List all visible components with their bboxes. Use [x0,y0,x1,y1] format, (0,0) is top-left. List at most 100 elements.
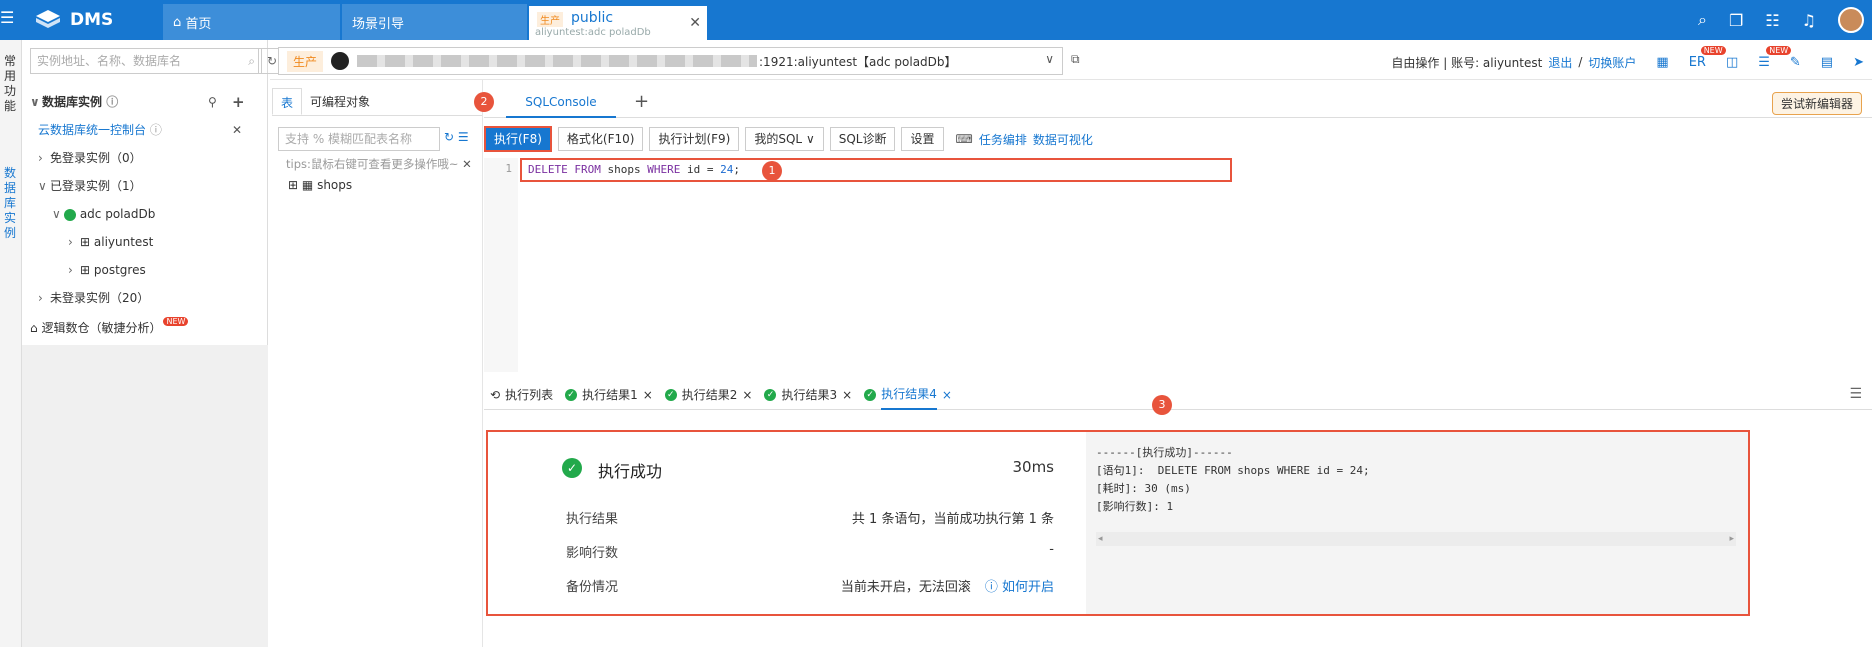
tree-item-aliyuntest[interactable]: › ⊞ aliyuntest [68,228,153,256]
tree-item-nologin[interactable]: › 免登录实例（0） [38,144,142,172]
copy-icon[interactable]: ❐ [1729,11,1743,30]
list-icon[interactable]: ☰ [458,130,469,144]
expand-icon[interactable]: ⊞ [288,178,298,192]
keyword: WHERE [647,163,681,176]
close-icon[interactable]: ✕ [689,15,701,31]
tab-exec-list[interactable]: ⟲ 执行列表 [490,380,553,410]
table-icon[interactable]: ▦ [1656,55,1668,70]
tab-result-3[interactable]: ✓ 执行结果3 × [764,380,852,410]
my-sql-label: 我的SQL [754,132,803,146]
console-link-label: 云数据库统一控制台 [38,123,147,137]
close-icon[interactable]: × [842,388,852,402]
avatar[interactable] [1838,7,1864,33]
refresh-icon[interactable]: ↻ [444,130,454,144]
notification-icon[interactable]: ♫ [1802,11,1816,30]
top-bar: ☰ DMS ⌂ 首页 场景引导 生产 public aliyuntest:adc… [0,0,1872,40]
tree-label: 未登录实例（20） [50,291,150,305]
sql-code-line[interactable]: DELETE FROM shops WHERE id = 24; [520,158,1232,182]
close-icon[interactable]: ✕ [232,116,242,144]
sql-diagnose-button[interactable]: SQL诊断 [829,127,896,151]
format-button[interactable]: 格式化(F10) [557,127,644,151]
logout-link[interactable]: 退出 [1548,54,1572,71]
result-log: ------[执行成功]------ [语句1]: DELETE FROM sh… [1086,432,1748,614]
list-icon[interactable]: ☰ NEW [1758,45,1792,70]
tree-item-loggedin[interactable]: ∨ 已登录实例（1） [38,172,142,200]
close-icon[interactable]: × [742,388,752,402]
row-label: 备份情况 [566,580,619,595]
identifier: shops [607,163,641,176]
tree-item-notlogged[interactable]: › 未登录实例（20） [38,284,149,312]
task-orchestration-link[interactable]: 任务编排 [979,131,1027,148]
separator: / [1578,55,1583,69]
er-diagram-button[interactable]: ER NEW [1689,45,1726,70]
step-marker-1: 1 [762,161,782,181]
logic-db-item[interactable]: ⌂ 逻辑数仓（敏捷分析） NEW [30,314,189,342]
tab-sqlconsole[interactable]: SQLConsole [506,88,616,118]
send-icon[interactable]: ➤ [1853,55,1864,70]
chevron-right-icon: › [68,263,73,277]
success-icon: ✓ [764,388,777,401]
brand-logo[interactable]: DMS [34,0,113,40]
search-icon[interactable]: ⌕ [1698,10,1707,30]
add-icon[interactable]: + [232,88,245,116]
tree-item-adc[interactable]: ∨ adc poladDb [52,200,155,228]
new-badge: NEW [163,317,189,326]
horizontal-scrollbar[interactable]: ◂ ▸ [1096,532,1736,546]
switch-account-link[interactable]: 切换账户 [1588,54,1636,71]
tab-table[interactable]: 表 [272,88,303,115]
db-instance-item[interactable]: 数据库实例 [4,166,17,241]
result-panel: ✓ 执行成功 30ms 执行结果 共 1 条语句，当前成功执行第 1 条 影响行… [486,430,1750,616]
add-tab-icon[interactable]: + [634,91,649,112]
search-icon[interactable]: ⌕ [248,49,255,73]
tab-label: 执行结果3 [781,388,838,402]
result-tabs: ⟲ 执行列表 ✓ 执行结果1 × ✓ 执行结果2 × ✓ 执行结果3 × ✓ 执行结果4 × ☰ [484,380,1872,410]
duration: 30ms [1012,458,1054,476]
copy-icon[interactable]: ⧉ [1071,52,1080,67]
task-icon[interactable]: ☷ [1765,11,1779,30]
sql-editor[interactable]: 1 DELETE FROM shops WHERE id = 24; [484,158,1872,372]
doc-icon[interactable]: ▤ [1821,55,1833,70]
filter-icon[interactable]: ⚲ [208,88,217,116]
my-sql-dropdown[interactable]: 我的SQL ∨ [745,127,824,151]
object-tabs: 表 可编程对象 [272,88,482,116]
panel-divider[interactable] [482,80,483,647]
tab-result-4[interactable]: ✓ 执行结果4 × [864,380,952,410]
run-button[interactable]: 执行(F8) [484,126,552,152]
tree-item-postgres[interactable]: › ⊞ postgres [68,256,146,284]
chart-icon[interactable]: ◫ [1726,55,1738,70]
explain-button[interactable]: 执行计划(F9) [649,127,740,151]
console-link[interactable]: 云数据库统一控制台 ⓘ ✕ [38,116,242,144]
data-visualization-link[interactable]: 数据可视化 [1033,131,1093,148]
help-icon[interactable]: ⓘ [150,123,162,137]
common-functions-item[interactable]: 常用功能 [4,54,17,114]
menu-icon[interactable]: ☰ [0,8,14,27]
database-icon: ⊞ [80,263,91,277]
chevron-right-icon: › [38,151,43,165]
try-new-editor-button[interactable]: 尝试新编辑器 [1771,92,1862,115]
close-icon[interactable]: × [643,388,653,402]
table-search-input[interactable]: 支持 % 模糊匹配表名称 [278,127,440,151]
top-icons: ⌕ ❐ ☷ ♫ [1698,0,1872,40]
keyboard-icon[interactable]: ⌨ [956,132,973,146]
left-strip: 常用功能 数据库实例 [0,40,22,647]
connection-select[interactable]: 生产 :1921:aliyuntest【adc poladDb】 ∨ [278,47,1063,75]
how-to-enable-link[interactable]: ⓘ 如何开启 [985,580,1054,595]
table-item-shops[interactable]: ⊞ ▦ shops [288,178,352,192]
tab-result-2[interactable]: ✓ 执行结果2 × [664,380,752,410]
close-icon[interactable]: × [942,388,952,402]
settings-button[interactable]: 设置 [901,127,944,151]
menu-icon[interactable]: ☰ [1849,386,1862,402]
section-db-instance[interactable]: ∨ 数据库实例 ⓘ ⚲ + [30,88,245,116]
step-marker-2: 2 [474,92,494,112]
edit-icon[interactable]: ✎ [1790,55,1801,70]
instance-search-input[interactable]: 实例地址、名称、数据库名 ⌕ [30,48,262,74]
help-icon[interactable]: ⓘ [106,95,118,109]
tree-label: aliyuntest [93,235,154,249]
tab-public-sub: aliyuntest:adc poladDb [535,27,651,38]
close-icon[interactable]: ✕ [462,157,472,171]
tab-result-1[interactable]: ✓ 执行结果1 × [565,380,653,410]
tab-home[interactable]: ⌂ 首页 [163,4,340,40]
tab-programmable[interactable]: 可编程对象 [302,88,378,115]
tab-scene-guide[interactable]: 场景引导 [342,4,527,40]
tab-public[interactable]: 生产 public aliyuntest:adc poladDb ✕ [529,4,707,40]
